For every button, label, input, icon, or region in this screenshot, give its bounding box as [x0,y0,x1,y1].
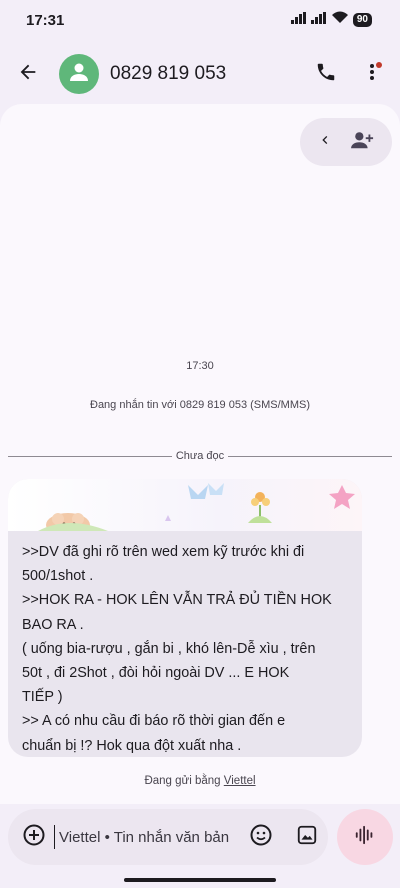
gallery-icon [296,824,318,851]
status-time: 17:31 [26,11,65,29]
emoji-icon [249,823,273,852]
message-bubble[interactable]: >>DV đã ghi rõ trên wed xem kỹ trước khi… [8,479,362,757]
home-indicator[interactable] [124,878,276,882]
unread-divider: Chưa đọc [8,449,392,463]
voice-message-button[interactable] [337,809,393,865]
wifi-icon [331,11,349,29]
add-person-icon[interactable] [351,129,375,156]
sending-via-note: Đang gửi bằng Viettel [0,775,400,787]
divider-line [8,455,172,457]
signal-icon [310,11,327,29]
texting-with-note: Đang nhắn tin với 0829 819 053 (SMS/MMS) [90,399,310,411]
back-button[interactable] [10,56,46,92]
voice-waveform-icon [354,824,376,851]
signal-icon [290,11,307,29]
more-options-button[interactable] [356,56,388,92]
emoji-button[interactable] [247,823,275,851]
add-circle-icon [22,823,46,852]
chevron-left-icon[interactable] [317,132,333,153]
contact-name[interactable]: 0829 819 053 [110,63,226,85]
phone-icon [315,61,337,88]
unread-label: Chưa đọc [175,450,225,462]
more-vert-icon [369,62,375,87]
add-attachment-button[interactable] [20,823,48,851]
avatar[interactable] [59,54,99,94]
status-bar: 17:31 90 [0,0,400,40]
quick-actions [300,118,392,166]
call-button[interactable] [308,56,344,92]
battery-icon: 90 [352,13,372,27]
compose-bar [8,809,328,865]
avatar-person-icon [67,60,91,89]
back-arrow-icon [17,61,39,88]
gallery-button[interactable] [293,823,321,851]
message-input[interactable] [54,825,250,849]
sticker-decoration [8,479,362,537]
status-icons: 90 [290,11,372,29]
message-text: >>DV đã ghi rõ trên wed xem kỹ trước khi… [22,544,332,754]
carrier-link[interactable]: Viettel [224,775,256,787]
sending-via-label: Đang gửi bằng [144,775,221,787]
message-timestamp: 17:30 [186,360,214,372]
notification-dot [376,62,382,68]
conversation-header: 0829 819 053 [0,46,400,102]
divider-line [228,455,392,457]
